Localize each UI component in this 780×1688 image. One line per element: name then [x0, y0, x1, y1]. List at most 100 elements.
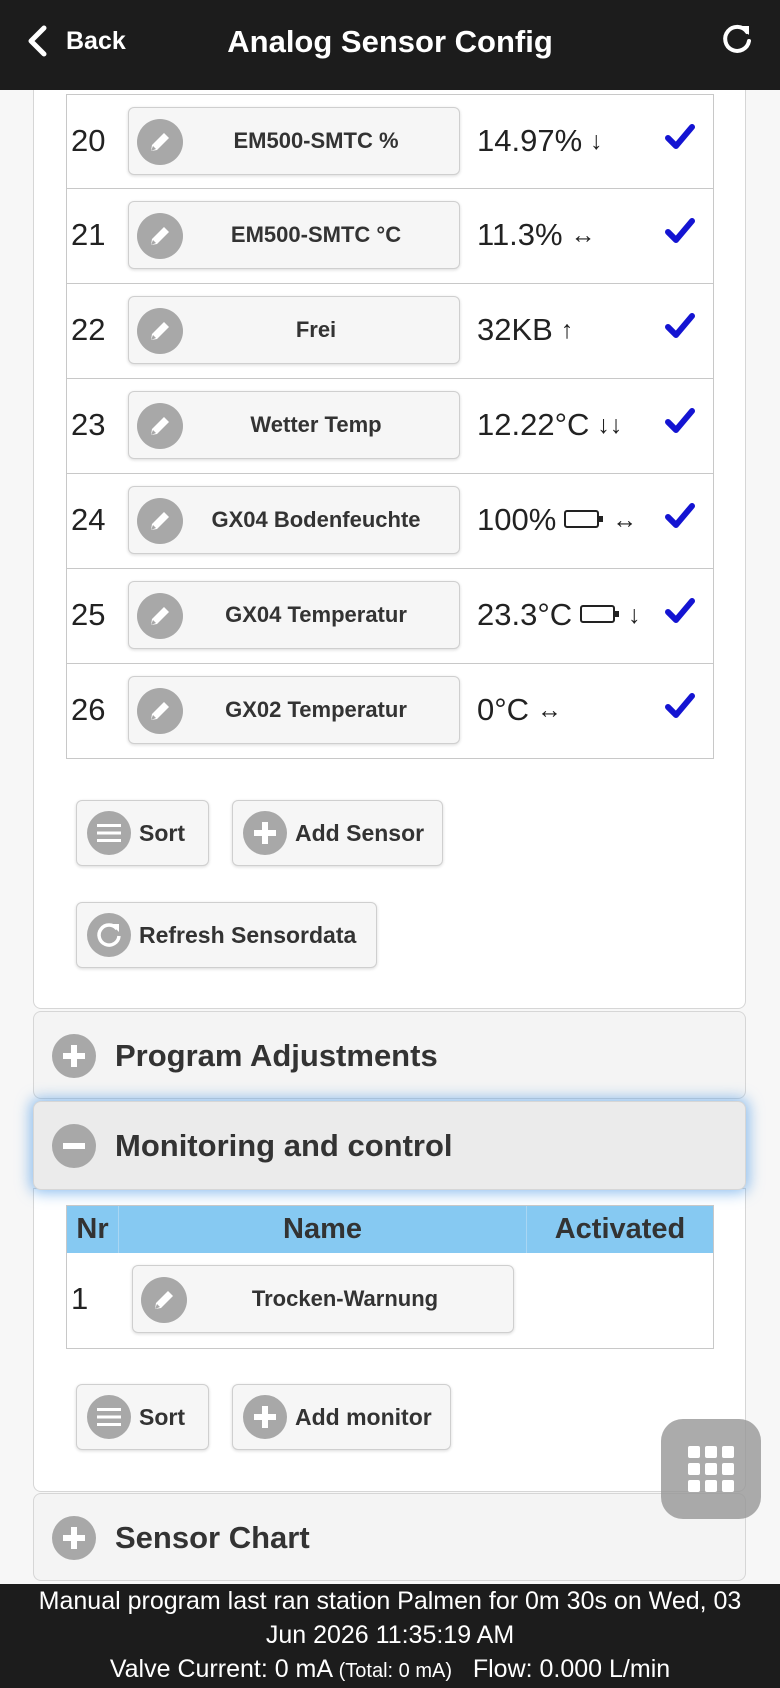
table-row: 21 EM500-SMTC °C 11.3% ↔: [66, 189, 714, 284]
check-icon: [665, 502, 695, 535]
valve-total: (Total: 0 mA): [338, 1660, 452, 1682]
program-adjustments-header[interactable]: Program Adjustments: [33, 1011, 746, 1099]
check-icon: [665, 407, 695, 440]
monitor-name-button[interactable]: Trocken-Warnung: [132, 1265, 514, 1333]
sensor-chart-title: Sensor Chart: [115, 1520, 310, 1555]
add-sensor-label: Add Sensor: [295, 819, 425, 846]
sensor-chart-header[interactable]: Sensor Chart: [33, 1493, 746, 1581]
trend-indicator: ↑: [560, 315, 574, 344]
plus-icon: [52, 1034, 96, 1078]
pencil-icon: [137, 688, 183, 734]
pencil-icon: [137, 308, 183, 354]
table-row: 20 EM500-SMTC % 14.97% ↓: [66, 94, 714, 189]
pencil-icon: [137, 593, 183, 639]
sensor-value-cell: 12.22°C ↓↓: [477, 407, 622, 443]
sensor-value: 11.3%: [477, 217, 563, 252]
sensor-name-button[interactable]: GX04 Bodenfeuchte: [128, 486, 460, 554]
sensor-nr: 21: [71, 217, 106, 252]
sensor-name-label: Frei: [295, 317, 337, 342]
check-icon: [665, 217, 695, 250]
check-icon: [665, 692, 695, 725]
sensor-name-label: GX04 Temperatur: [225, 602, 407, 627]
sort-sensors-button[interactable]: Sort: [76, 800, 209, 866]
col-header-name: Name: [119, 1206, 527, 1253]
table-row: 24 GX04 Bodenfeuchte 100% ↔: [66, 474, 714, 569]
sensor-nr: 20: [71, 123, 106, 158]
add-sensor-button[interactable]: Add Sensor: [232, 800, 443, 866]
sensor-value-cell: 32KB ↑: [477, 312, 573, 348]
grid-menu-button[interactable]: [661, 1419, 761, 1519]
valve-flow-line: Valve Current: 0 mA (Total: 0 mA) Flow: …: [0, 1652, 780, 1688]
sensor-nr: 25: [71, 597, 106, 632]
refresh-sensordata-button[interactable]: Refresh Sensordata: [76, 902, 377, 968]
pencil-icon: [141, 1277, 187, 1323]
refresh-icon: [87, 913, 131, 957]
sensor-value: 23.3°C: [477, 597, 573, 632]
sensor-value: 12.22°C: [477, 407, 590, 442]
sort-monitors-button[interactable]: Sort: [76, 1384, 209, 1450]
sensor-value-cell: 100% ↔: [477, 502, 637, 538]
add-monitor-button[interactable]: Add monitor: [232, 1384, 451, 1450]
sensor-name-button[interactable]: EM500-SMTC °C: [128, 201, 460, 269]
trend-indicator: ↓↓: [597, 410, 623, 439]
refresh-sensordata-label: Refresh Sensordata: [139, 921, 357, 948]
plus-icon: [52, 1516, 96, 1560]
grid-icon: [688, 1446, 734, 1492]
sensor-name-button[interactable]: Frei: [128, 296, 460, 364]
sensor-value-cell: 23.3°C ↓: [477, 597, 641, 633]
list-icon: [87, 1395, 131, 1439]
pencil-icon: [137, 498, 183, 544]
monitor-table: Nr Name Activated 1 Trocken-Warnung: [66, 1205, 714, 1349]
pencil-icon: [137, 403, 183, 449]
plus-icon: [243, 1395, 287, 1439]
monitor-nr: 1: [71, 1281, 89, 1316]
sensor-name-label: Wetter Temp: [250, 412, 382, 437]
sensor-value: 32KB: [477, 312, 553, 347]
monitoring-control-title: Monitoring and control: [115, 1128, 453, 1163]
sensor-name-label: EM500-SMTC %: [233, 128, 399, 153]
valve-current: Valve Current: 0 mA: [109, 1655, 332, 1683]
program-adjustments-title: Program Adjustments: [115, 1038, 438, 1073]
sensor-name-button[interactable]: EM500-SMTC %: [128, 107, 460, 175]
sensor-value: 0°C: [477, 692, 530, 727]
check-icon: [665, 123, 695, 156]
plus-icon: [243, 811, 287, 855]
table-row: 1 Trocken-Warnung: [67, 1253, 713, 1348]
sort-sensors-label: Sort: [139, 819, 185, 846]
flow-rate: Flow: 0.000 L/min: [472, 1655, 671, 1683]
monitor-name-label: Trocken-Warnung: [251, 1286, 439, 1311]
table-row: 26 GX02 Temperatur 0°C ↔: [66, 664, 714, 759]
reload-button[interactable]: [720, 22, 754, 61]
trend-indicator: ↓: [590, 126, 603, 155]
battery-icon: [580, 597, 620, 633]
sensor-name-button[interactable]: GX02 Temperatur: [128, 676, 460, 744]
sensor-name-label: GX02 Temperatur: [225, 697, 407, 722]
header-bar: Back Analog Sensor Config: [0, 0, 780, 90]
table-row: 23 Wetter Temp 12.22°C ↓↓: [66, 379, 714, 474]
sensor-name-label: EM500-SMTC °C: [230, 222, 402, 247]
sensor-nr: 24: [71, 502, 106, 537]
add-monitor-label: Add monitor: [295, 1403, 432, 1430]
list-icon: [87, 811, 131, 855]
monitoring-control-header[interactable]: Monitoring and control: [33, 1101, 746, 1190]
sensor-value-cell: 14.97% ↓: [477, 123, 603, 159]
sensor-nr: 26: [71, 692, 106, 727]
col-header-nr: Nr: [67, 1206, 119, 1253]
sensor-name-button[interactable]: GX04 Temperatur: [128, 581, 460, 649]
sensor-table: 20 EM500-SMTC % 14.97% ↓ 21 EM500-SMTC °C 11.3…: [66, 94, 714, 759]
trend-indicator: ↔: [537, 695, 563, 724]
page-title: Analog Sensor Config: [227, 24, 553, 59]
battery-icon: [564, 502, 604, 538]
table-row: 22 Frei 32KB ↑: [66, 284, 714, 379]
sensor-value-cell: 11.3% ↔: [477, 217, 596, 253]
sensor-value-cell: 0°C ↔: [477, 692, 562, 728]
sensor-nr: 23: [71, 407, 106, 442]
sort-monitors-label: Sort: [139, 1403, 185, 1430]
sensor-value: 100%: [477, 502, 557, 537]
minus-icon: [52, 1124, 96, 1168]
pencil-icon: [137, 213, 183, 259]
refresh-icon: [723, 24, 751, 53]
last-run-line2: Jun 2026 11:35:19 AM: [265, 1621, 515, 1649]
trend-indicator: ↔: [612, 505, 638, 534]
sensor-name-button[interactable]: Wetter Temp: [128, 391, 460, 459]
